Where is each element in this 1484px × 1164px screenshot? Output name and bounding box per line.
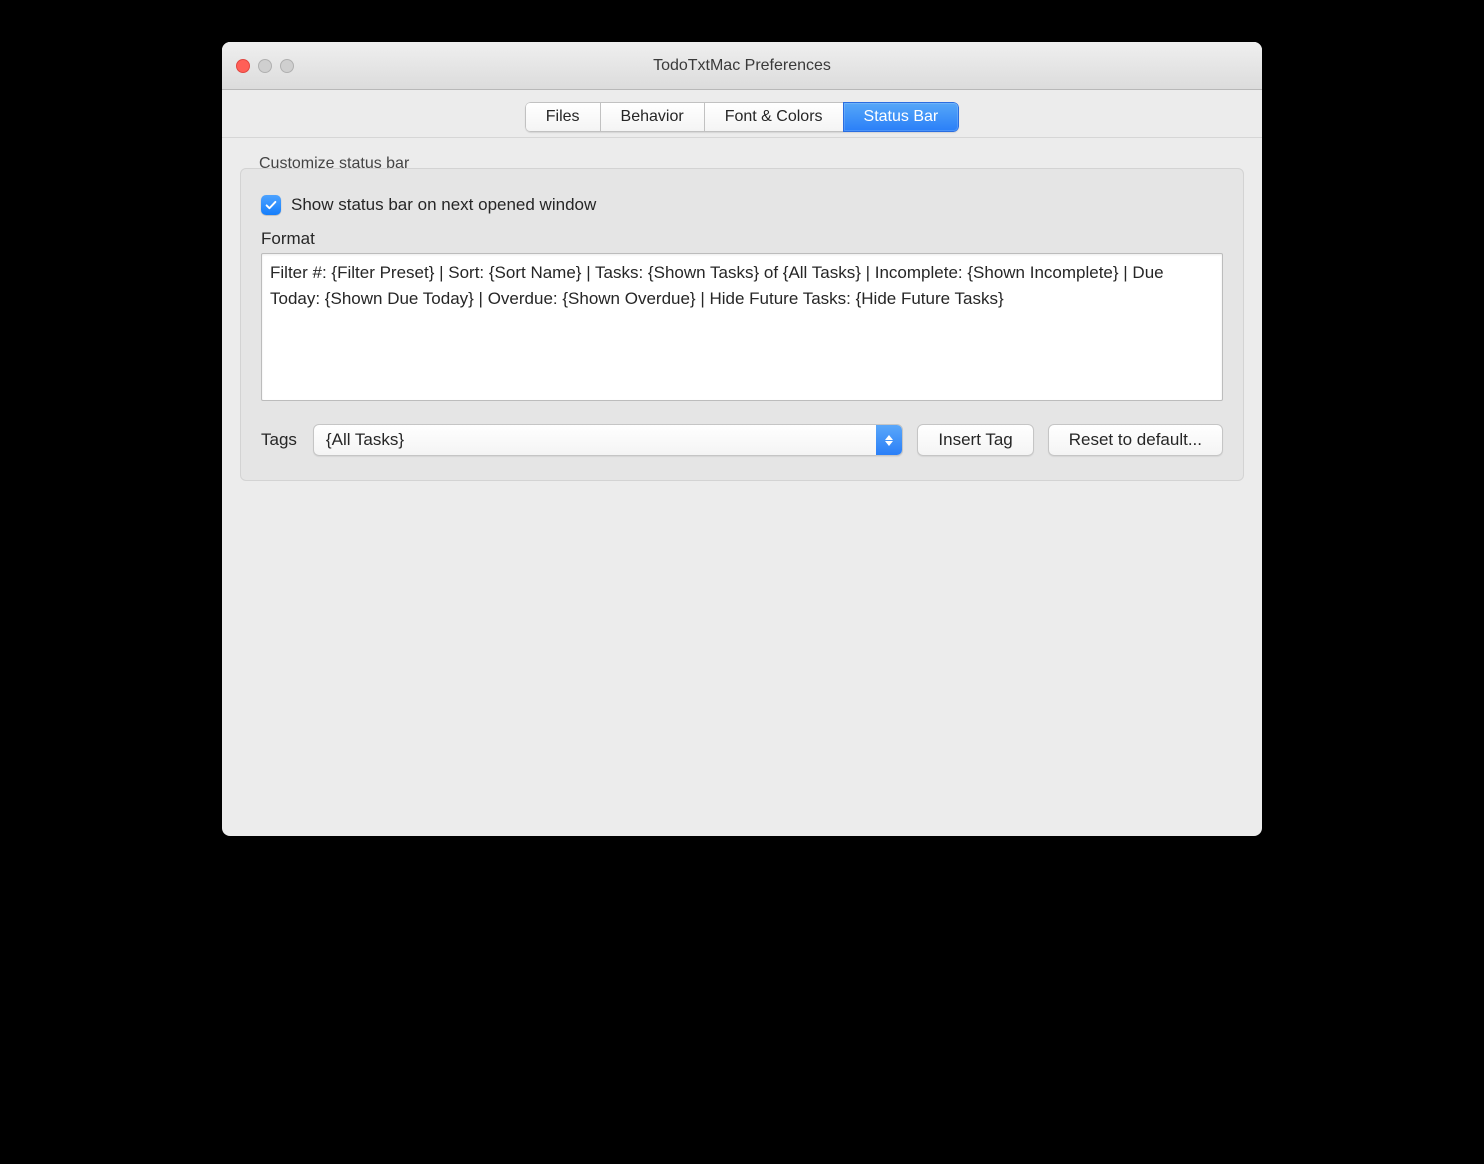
show-statusbar-row: Show status bar on next opened window (261, 195, 1223, 215)
tags-label: Tags (261, 430, 297, 450)
reset-default-button[interactable]: Reset to default... (1048, 424, 1223, 456)
tags-select-value: {All Tasks} (313, 424, 903, 456)
tab-status-bar[interactable]: Status Bar (843, 102, 960, 132)
format-label: Format (261, 229, 1223, 249)
chevron-up-down-icon (876, 425, 902, 455)
tags-row: Tags {All Tasks} Insert Tag Reset to def… (261, 424, 1223, 456)
titlebar: TodoTxtMac Preferences (222, 42, 1262, 90)
tab-behavior[interactable]: Behavior (600, 102, 704, 132)
tab-font-colors[interactable]: Font & Colors (704, 102, 843, 132)
close-icon[interactable] (236, 59, 250, 73)
window-title: TodoTxtMac Preferences (222, 57, 1262, 75)
insert-tag-button[interactable]: Insert Tag (917, 424, 1033, 456)
zoom-icon[interactable] (280, 59, 294, 73)
window-controls (222, 59, 294, 73)
preferences-window: TodoTxtMac Preferences Files Behavior Fo… (222, 42, 1262, 836)
format-textarea[interactable] (261, 253, 1223, 401)
tab-bar: Files Behavior Font & Colors Status Bar (222, 90, 1262, 138)
check-icon (264, 198, 278, 212)
show-statusbar-checkbox[interactable] (261, 195, 281, 215)
customize-status-bar-group: Customize status bar Show status bar on … (240, 168, 1244, 481)
tags-select[interactable]: {All Tasks} (313, 424, 903, 456)
minimize-icon[interactable] (258, 59, 272, 73)
show-statusbar-label: Show status bar on next opened window (291, 195, 596, 215)
tabs: Files Behavior Font & Colors Status Bar (525, 102, 959, 132)
group-label: Customize status bar (255, 155, 413, 173)
tab-files[interactable]: Files (525, 102, 600, 132)
content-area: Customize status bar Show status bar on … (222, 138, 1262, 836)
